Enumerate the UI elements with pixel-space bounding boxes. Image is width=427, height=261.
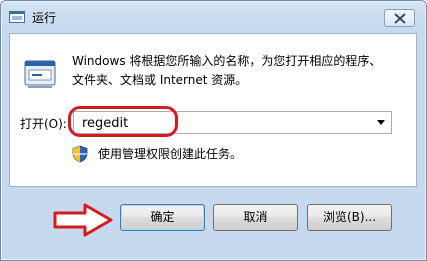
red-highlight-annotation: [68, 106, 178, 137]
cancel-button[interactable]: 取消: [213, 204, 298, 231]
ok-button[interactable]: 确定: [120, 204, 205, 231]
run-dialog: 运行 Windows 将根据您所输入的名称，为您打开相应的程序、 文件夹、文档或…: [0, 0, 427, 261]
dropdown-button[interactable]: [373, 113, 389, 132]
close-button[interactable]: [384, 9, 415, 27]
open-label: 打开(O):: [20, 117, 67, 131]
run-dialog-icon: [22, 57, 58, 91]
description-text: Windows 将根据您所输入的名称，为您打开相应的程序、 文件夹、文档或 In…: [72, 52, 402, 90]
uac-shield-icon: [72, 145, 88, 163]
admin-privilege-note: 使用管理权限创建此任务。: [98, 147, 243, 161]
chevron-down-icon: [377, 120, 385, 125]
dialog-body: Windows 将根据您所输入的名称，为您打开相应的程序、 文件夹、文档或 In…: [9, 33, 417, 187]
red-arrow-annotation: [53, 203, 113, 237]
description-line-1: Windows 将根据您所输入的名称，为您打开相应的程序、: [72, 54, 382, 68]
title-bar[interactable]: 运行: [1, 1, 426, 33]
window-title: 运行: [32, 11, 57, 25]
run-icon: [9, 10, 25, 24]
description-line-2: 文件夹、文档或 Internet 资源。: [72, 73, 248, 87]
browse-button[interactable]: 浏览(B)...: [307, 204, 392, 231]
close-icon: [394, 13, 406, 24]
